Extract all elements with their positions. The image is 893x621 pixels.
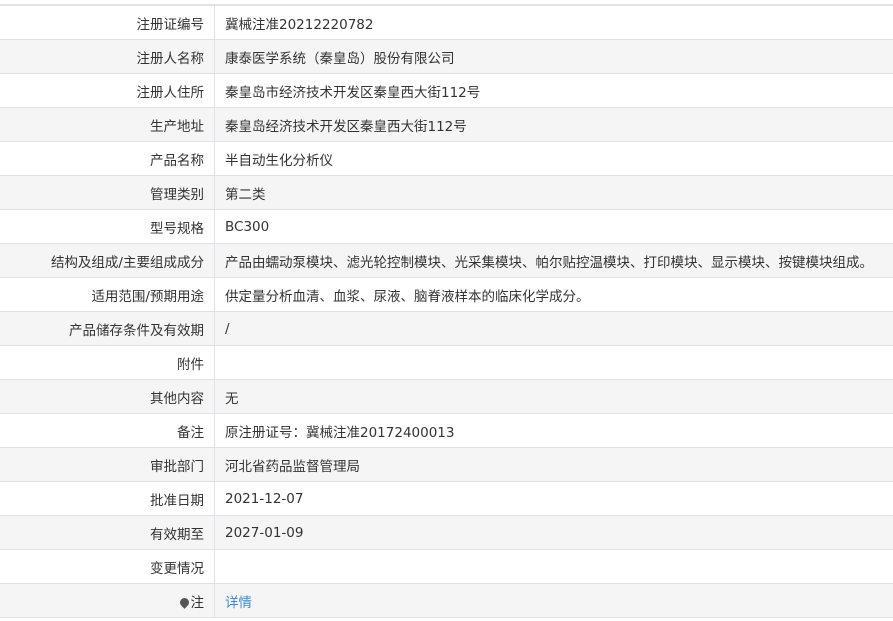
table-row: 产品名称 半自动生化分析仪 — [0, 141, 893, 176]
row-value-structure-composition: 产品由蠕动泵模块、滤光轮控制模块、光采集模块、帕尔贴控温模块、打印模块、显示模块… — [214, 243, 893, 278]
row-label-product-name: 产品名称 — [0, 141, 215, 176]
row-label-remarks: 备注 — [0, 413, 215, 448]
table-row: 适用范围/预期用途 供定量分析血清、血浆、尿液、脑脊液样本的临床化学成分。 — [0, 277, 893, 312]
row-value-intended-use: 供定量分析血清、血浆、尿液、脑脊液样本的临床化学成分。 — [214, 277, 893, 312]
row-label-note: 注 — [0, 583, 215, 618]
row-value-valid-until: 2027-01-09 — [214, 515, 893, 550]
row-value-registration-number: 冀械注准20212220782 — [214, 5, 893, 40]
row-label-registrant-address: 注册人住所 — [0, 73, 215, 108]
table-row: 审批部门 河北省药品监督管理局 — [0, 447, 893, 482]
table-row: 管理类别 第二类 — [0, 175, 893, 210]
row-label-other-content: 其他内容 — [0, 379, 215, 414]
table-row: 注册人住所 秦皇岛市经济技术开发区秦皇西大街112号 — [0, 73, 893, 108]
table-row: 注 详情 — [0, 583, 893, 618]
row-value-change-status — [214, 549, 893, 584]
table-row: 注册人名称 康泰医学系统（秦皇岛）股份有限公司 — [0, 39, 893, 74]
table-row: 附件 — [0, 345, 893, 380]
row-label-storage-validity: 产品储存条件及有效期 — [0, 311, 215, 346]
row-value-management-category: 第二类 — [214, 175, 893, 210]
row-label-management-category: 管理类别 — [0, 175, 215, 210]
row-label-intended-use: 适用范围/预期用途 — [0, 277, 215, 312]
row-label-change-status: 变更情况 — [0, 549, 215, 584]
row-value-registrant-address: 秦皇岛市经济技术开发区秦皇西大街112号 — [214, 73, 893, 108]
row-value-remarks: 原注册证号：冀械注准20172400013 — [214, 413, 893, 448]
row-label-registration-number: 注册证编号 — [0, 5, 215, 40]
table-row: 备注 原注册证号：冀械注准20172400013 — [0, 413, 893, 448]
note-label: 注 — [190, 594, 205, 611]
table-row: 变更情况 — [0, 549, 893, 584]
row-label-model-spec: 型号规格 — [0, 209, 215, 244]
row-value-storage-validity: / — [214, 311, 893, 346]
table-row: 批准日期 2021-12-07 — [0, 481, 893, 516]
table-row: 结构及组成/主要组成成分 产品由蠕动泵模块、滤光轮控制模块、光采集模块、帕尔贴控… — [0, 243, 893, 278]
registration-detail-table: 注册证编号 冀械注准20212220782 注册人名称 康泰医学系统（秦皇岛）股… — [0, 5, 893, 618]
row-label-attachment: 附件 — [0, 345, 215, 380]
table-row: 型号规格 BC300 — [0, 209, 893, 244]
details-link[interactable]: 详情 — [225, 595, 252, 611]
row-label-production-address: 生产地址 — [0, 107, 215, 142]
table-row: 注册证编号 冀械注准20212220782 — [0, 5, 893, 40]
table-row: 有效期至 2027-01-09 — [0, 515, 893, 550]
row-label-structure-composition: 结构及组成/主要组成成分 — [0, 243, 215, 278]
row-value-other-content: 无 — [214, 379, 893, 414]
row-value-production-address: 秦皇岛经济技术开发区秦皇西大街112号 — [214, 107, 893, 142]
row-value-product-name: 半自动生化分析仪 — [214, 141, 893, 176]
table-row: 生产地址 秦皇岛经济技术开发区秦皇西大街112号 — [0, 107, 893, 142]
row-label-registrant-name: 注册人名称 — [0, 39, 215, 74]
row-value-approval-department: 河北省药品监督管理局 — [214, 447, 893, 482]
row-value-approval-date: 2021-12-07 — [214, 481, 893, 516]
row-value-attachment — [214, 345, 893, 380]
row-label-valid-until: 有效期至 — [0, 515, 215, 550]
table-row: 产品储存条件及有效期 / — [0, 311, 893, 346]
row-label-approval-department: 审批部门 — [0, 447, 215, 482]
row-value-model-spec: BC300 — [214, 209, 893, 244]
table-row: 其他内容 无 — [0, 379, 893, 414]
row-value-registrant-name: 康泰医学系统（秦皇岛）股份有限公司 — [214, 39, 893, 74]
row-label-approval-date: 批准日期 — [0, 481, 215, 516]
row-value-note: 详情 — [214, 583, 893, 618]
pin-icon — [177, 595, 191, 609]
